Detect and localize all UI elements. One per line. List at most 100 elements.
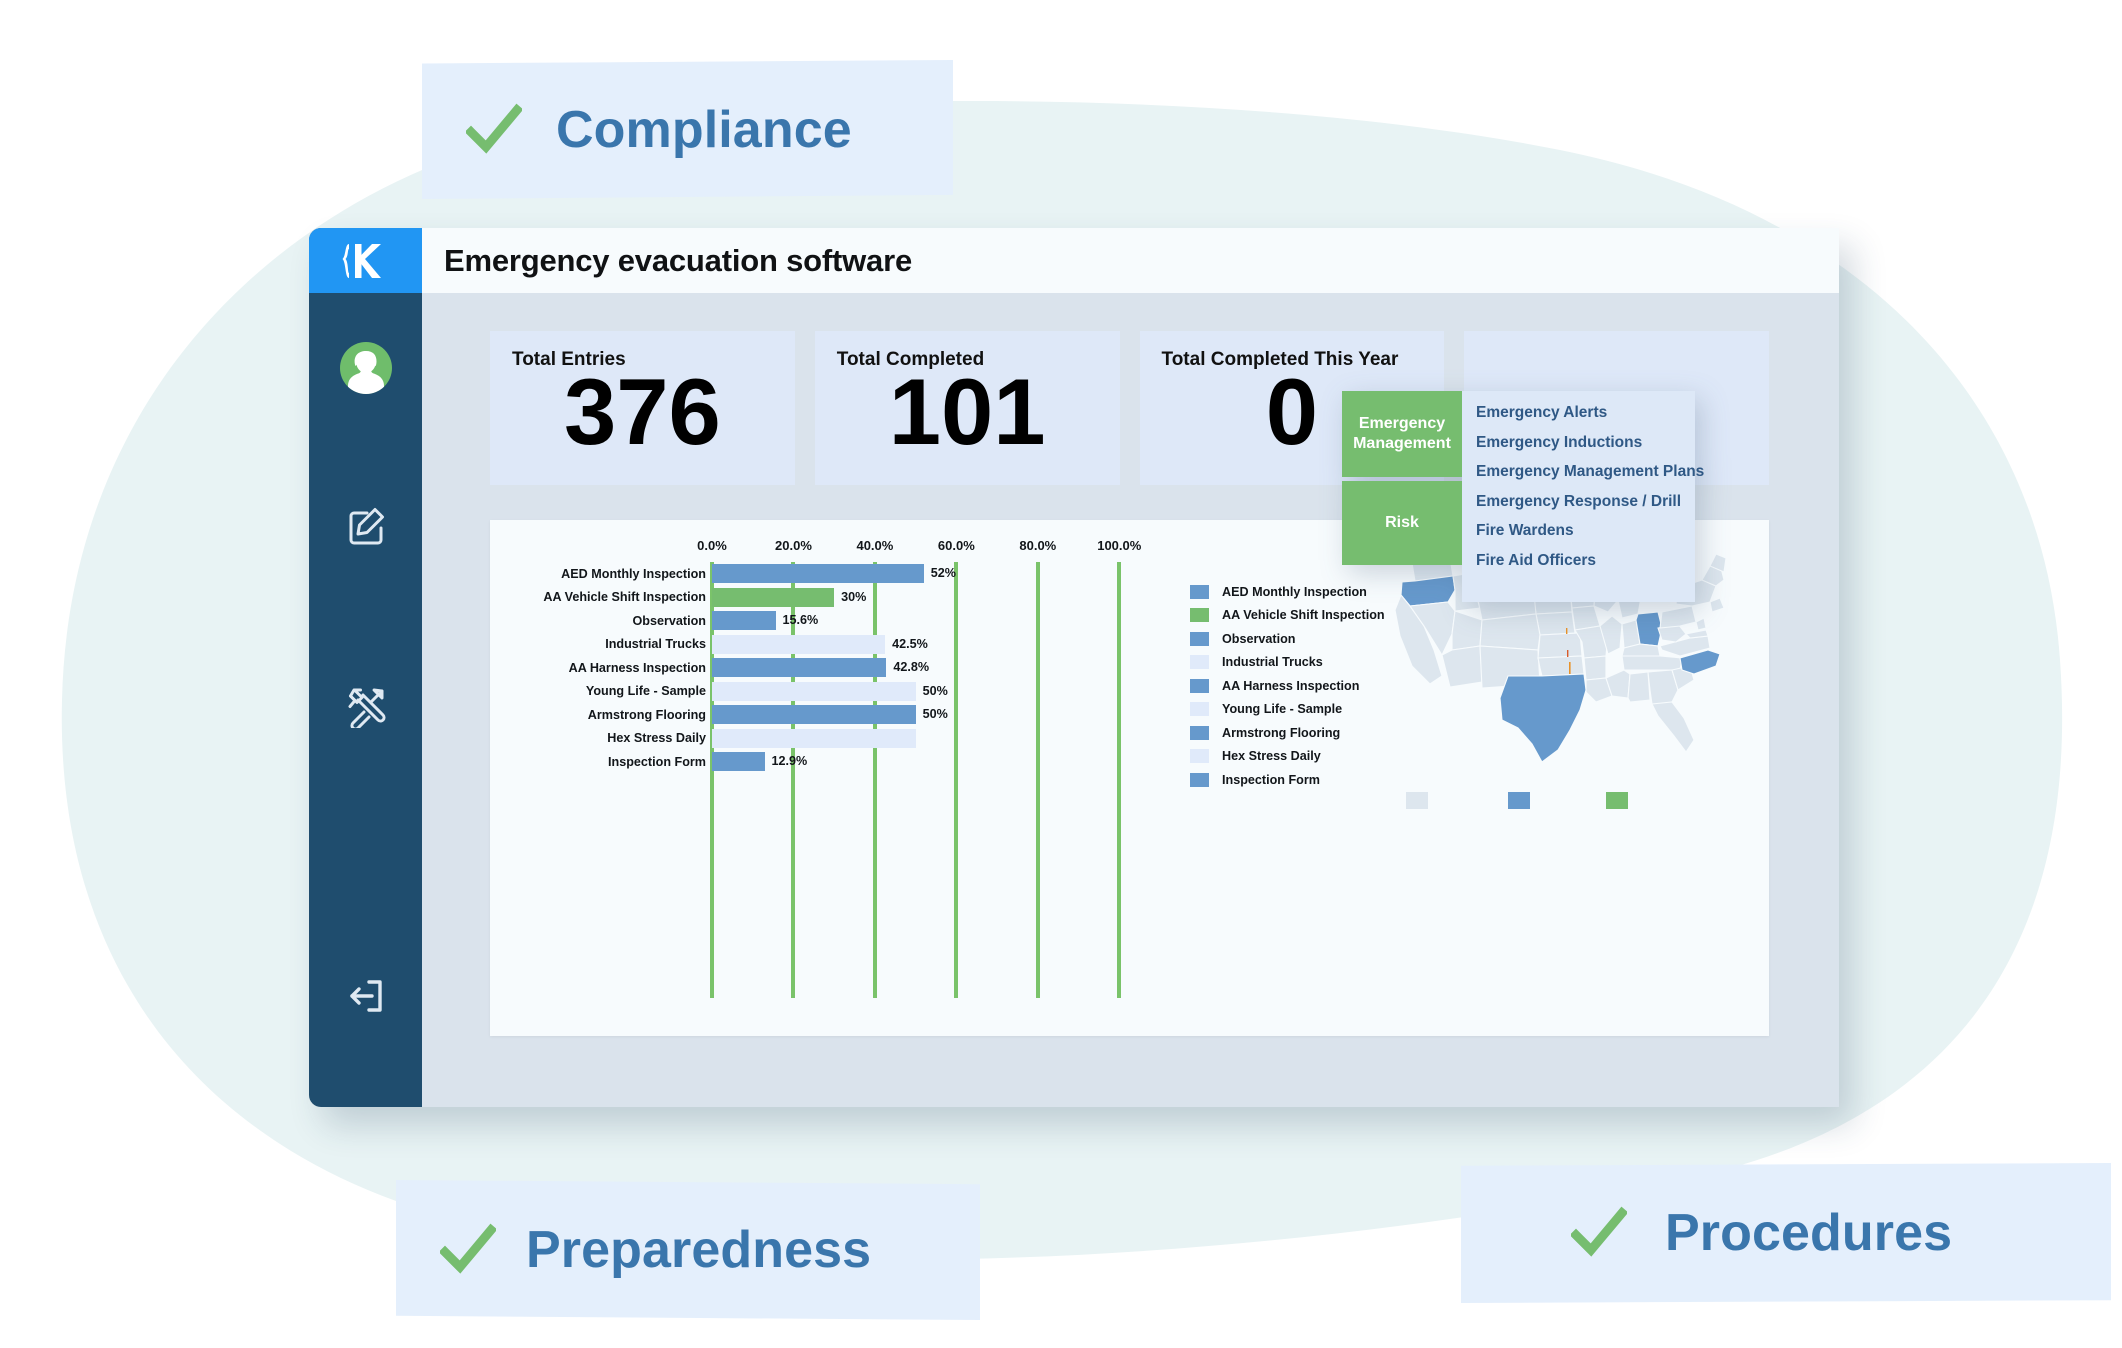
legend-label: AA Vehicle Shift Inspection: [1222, 608, 1385, 623]
nav-item[interactable]: Emergency Response / Drill: [1476, 493, 1695, 510]
sidebar-item-avatar[interactable]: [309, 338, 422, 398]
bar-fill: [712, 752, 765, 771]
bar-category-label: AA Harness Inspection: [568, 660, 706, 675]
check-icon: [466, 103, 522, 154]
check-icon: [1571, 1206, 1627, 1257]
legend-swatch: [1190, 584, 1209, 599]
legend-label: Young Life - Sample: [1222, 702, 1343, 717]
x-axis-tick: 60.0%: [937, 538, 975, 553]
bar-fill: [712, 658, 887, 677]
feature-pill-label: Preparedness: [526, 1221, 872, 1279]
bar-row[interactable]: Young Life - Sample 50%: [520, 681, 1160, 701]
nav-category-list: Emergency Management Risk: [1342, 391, 1462, 565]
bar-fill: [712, 681, 916, 701]
legend-row[interactable]: AA Harness Inspection: [1190, 674, 1390, 698]
bar-fill: [712, 705, 916, 724]
feature-pill-preparedness: Preparedness: [396, 1180, 980, 1320]
feature-pill-label: Compliance: [556, 100, 852, 159]
kpi-value: 101: [888, 359, 1046, 464]
legend-row[interactable]: Observation: [1190, 627, 1390, 651]
bar-track: 50%: [712, 681, 1160, 701]
legend-row[interactable]: Hex Stress Daily: [1190, 745, 1390, 769]
legend-row[interactable]: Inspection Form: [1190, 768, 1390, 792]
check-icon: [440, 1223, 496, 1274]
legend-swatch: [1190, 725, 1209, 740]
bar-row[interactable]: Observation 15.6%: [520, 611, 1160, 630]
bar-value-label: 50%: [922, 707, 948, 721]
completion-bar-chart: 0.0% 20.0% 40.0% 60.0% 80.0% 100.0% AED Month…: [520, 538, 1160, 1008]
bar-fill: [712, 564, 924, 583]
bar-track: 42.8%: [712, 658, 1160, 677]
bar-row[interactable]: AA Harness Inspection 42.8%: [520, 658, 1160, 677]
bar-value-label: 42.5%: [892, 636, 928, 651]
bar-track: [712, 728, 1160, 748]
legend-swatch: [1190, 772, 1209, 787]
nav-item[interactable]: Emergency Alerts: [1476, 405, 1695, 421]
nav-item[interactable]: Emergency Inductions: [1476, 434, 1695, 451]
bar-fill: [712, 634, 886, 654]
feature-pill-label: Procedures: [1665, 1204, 1953, 1262]
bar-value-label: 12.9%: [771, 754, 808, 768]
chart-legend: AED Monthly Inspection AA Vehicle Shift I…: [1190, 580, 1390, 792]
nav-item[interactable]: Fire Wardens: [1476, 523, 1695, 539]
feature-pill-procedures: Procedures: [1461, 1163, 2111, 1303]
bar-row[interactable]: Inspection Form 12.9%: [520, 752, 1160, 771]
logout-icon: [349, 980, 382, 1012]
x-axis-tick: 100.0%: [1097, 538, 1142, 553]
brand-logo[interactable]: [309, 228, 422, 293]
bar-value-label: 52%: [930, 566, 956, 580]
page-title: Emergency evacuation software: [444, 242, 912, 278]
bar-track: 30%: [712, 587, 1160, 607]
title-bar: Emergency evacuation software: [422, 228, 1839, 293]
bar-fill: [712, 611, 776, 630]
nav-item[interactable]: Fire Aid Officers: [1476, 552, 1695, 569]
bar-value-label: 50%: [922, 683, 948, 698]
bar-fill: [712, 728, 916, 748]
legend-label: Hex Stress Daily: [1222, 749, 1321, 764]
legend-row[interactable]: Young Life - Sample: [1190, 698, 1390, 722]
x-axis-tick: 20.0%: [775, 538, 812, 553]
map-legend-swatch: [1606, 792, 1628, 809]
legend-row[interactable]: Armstrong Flooring: [1190, 721, 1390, 745]
legend-swatch: [1190, 678, 1209, 693]
kpi-card-total-entries[interactable]: Total Entries 376: [490, 331, 795, 485]
sidebar-item-tools[interactable]: [309, 676, 422, 736]
bar-category-label: Industrial Trucks: [605, 637, 706, 651]
tools-icon: [348, 688, 386, 728]
bar-row[interactable]: AA Vehicle Shift Inspection 30%: [520, 587, 1160, 607]
nav-flyout: Emergency Management Risk Emergency Aler…: [1342, 391, 1704, 602]
bar-category-label: AA Vehicle Shift Inspection: [543, 590, 706, 604]
legend-swatch: [1190, 608, 1209, 623]
x-axis-tick: 80.0%: [1019, 538, 1057, 553]
sidebar-item-edit[interactable]: [309, 496, 422, 556]
bar-row[interactable]: Hex Stress Daily: [520, 728, 1160, 748]
nav-category-risk[interactable]: Risk: [1342, 481, 1462, 565]
bar-fill: [712, 587, 835, 607]
main-area: Emergency evacuation software Total Entr…: [422, 228, 1839, 1107]
sidebar: [309, 228, 422, 1107]
bar-row[interactable]: AED Monthly Inspection 52%: [520, 564, 1160, 583]
bar-category-label: Armstrong Flooring: [587, 707, 706, 722]
kpi-card-total-completed[interactable]: Total Completed 101: [814, 331, 1120, 485]
bar-category-label: AED Monthly Inspection: [561, 566, 706, 581]
bar-category-label: Hex Stress Daily: [607, 731, 706, 745]
bar-row[interactable]: Industrial Trucks 42.5%: [520, 634, 1160, 654]
bar-value-label: 30%: [841, 589, 867, 604]
nav-item[interactable]: Emergency Management Plans: [1476, 464, 1704, 480]
nav-category-emergency-management[interactable]: Emergency Management: [1342, 391, 1462, 477]
sidebar-item-logout[interactable]: [309, 966, 422, 1026]
bar-category-label: Young Life - Sample: [585, 684, 706, 698]
bar-track: 52%: [712, 564, 1160, 583]
nav-category-label: Risk: [1385, 514, 1419, 531]
x-axis-tick: 0.0%: [697, 538, 727, 553]
legend-row[interactable]: AA Vehicle Shift Inspection: [1190, 604, 1390, 628]
bar-track: 50%: [712, 705, 1160, 724]
edit-square-icon: [349, 508, 384, 545]
legend-swatch: [1190, 749, 1209, 764]
bar-track: 15.6%: [712, 611, 1160, 630]
bar-track: 12.9%: [712, 752, 1160, 771]
bar-row[interactable]: Armstrong Flooring 50%: [520, 705, 1160, 724]
nav-category-label: Emergency Management: [1353, 415, 1451, 452]
legend-row[interactable]: Industrial Trucks: [1190, 651, 1390, 675]
feature-pill-compliance: Compliance: [422, 60, 953, 199]
